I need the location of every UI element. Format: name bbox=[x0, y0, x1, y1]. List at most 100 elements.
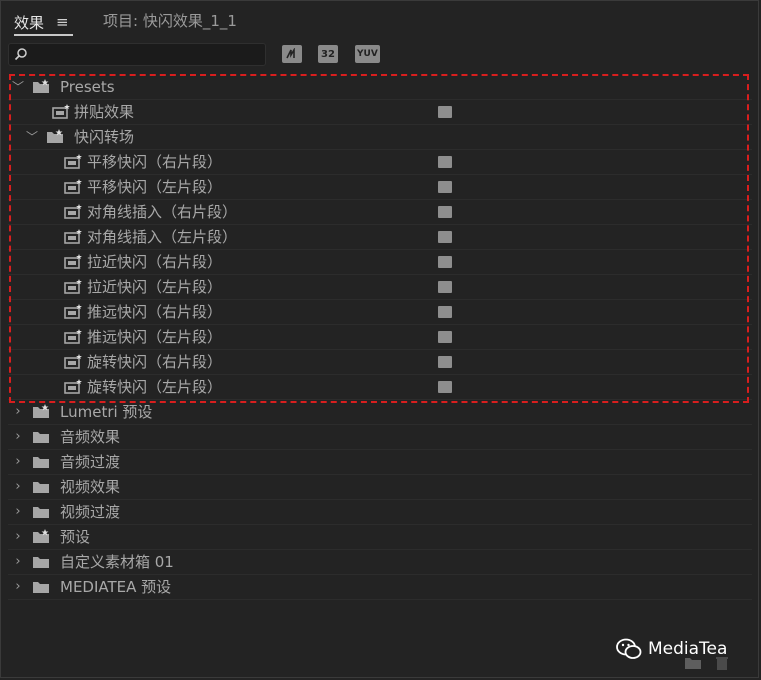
tree-folder-label: 自定义素材箱 01 bbox=[60, 553, 174, 571]
new-bin-icon[interactable] bbox=[684, 655, 702, 670]
accelerated-badge-icon bbox=[438, 181, 452, 193]
tree-folder[interactable]: › MEDIATEA 预设 bbox=[8, 575, 752, 600]
panel-menu-icon[interactable]: ≡ bbox=[56, 13, 69, 31]
tree-item-label: 拉近快闪（左片段） bbox=[87, 278, 223, 296]
tree-folder-label: MEDIATEA 预设 bbox=[60, 578, 172, 596]
accelerated-badge-icon bbox=[438, 356, 452, 368]
panel-footer bbox=[684, 655, 730, 671]
tree-folder-label: 音频过渡 bbox=[60, 453, 121, 471]
preset-item-icon bbox=[64, 204, 82, 219]
preset-folder-icon bbox=[33, 529, 49, 543]
tree-item-preset[interactable]: 平移快闪（右片段） bbox=[8, 150, 752, 175]
tree-folder-label: Lumetri 预设 bbox=[60, 403, 153, 421]
tree-folder-label: Presets bbox=[60, 78, 115, 96]
tree-item-label: 推远快闪（左片段） bbox=[87, 328, 223, 346]
chevron-right-icon[interactable]: › bbox=[12, 450, 24, 474]
tree-item-label: 平移快闪（右片段） bbox=[87, 153, 223, 171]
tree-item-label: 拉近快闪（右片段） bbox=[87, 253, 223, 271]
folder-icon bbox=[33, 557, 49, 568]
tree-item-preset[interactable]: 推远快闪（右片段） bbox=[8, 300, 752, 325]
tree-item-preset[interactable]: 旋转快闪（右片段） bbox=[8, 350, 752, 375]
chevron-down-icon[interactable]: ﹀ bbox=[26, 125, 38, 149]
folder-icon bbox=[33, 482, 49, 493]
32bit-effects-button[interactable]: 32 bbox=[318, 45, 338, 63]
tree-item-label: 推远快闪（右片段） bbox=[87, 303, 223, 321]
chevron-down-icon[interactable]: ﹀ bbox=[12, 75, 24, 99]
folder-icon bbox=[33, 507, 49, 518]
tab-effects-label: 效果 bbox=[14, 13, 45, 32]
preset-folder-icon bbox=[33, 404, 49, 418]
accelerated-badge-icon bbox=[438, 156, 452, 168]
tree-item-preset[interactable]: 拉近快闪（右片段） bbox=[8, 250, 752, 275]
accelerated-badge-icon bbox=[438, 331, 452, 343]
yuv-effects-button[interactable]: YUV bbox=[355, 45, 380, 63]
preset-folder-icon bbox=[47, 129, 63, 143]
tree-folder[interactable]: › Lumetri 预设 bbox=[8, 400, 752, 425]
tree-item-preset[interactable]: 对角线插入（右片段） bbox=[8, 200, 752, 225]
tree-item-preset[interactable]: 平移快闪（左片段） bbox=[8, 175, 752, 200]
tree-folder-label: 快闪转场 bbox=[74, 128, 135, 146]
preset-item-icon bbox=[64, 304, 82, 319]
wechat-icon bbox=[616, 638, 642, 659]
tree-folder[interactable]: › 预设 bbox=[8, 525, 752, 550]
accelerated-effects-button[interactable] bbox=[282, 45, 302, 63]
tree-item-label: 旋转快闪（左片段） bbox=[87, 378, 223, 396]
tree-item-label: 拼贴效果 bbox=[74, 103, 135, 121]
tree-folder[interactable]: › 视频过渡 bbox=[8, 500, 752, 525]
tree-item-preset[interactable]: 推远快闪（左片段） bbox=[8, 325, 752, 350]
preset-item-icon bbox=[64, 254, 82, 269]
tree-item-label: 平移快闪（左片段） bbox=[87, 178, 223, 196]
chevron-right-icon[interactable]: › bbox=[12, 500, 24, 524]
preset-item-icon bbox=[64, 154, 82, 169]
chevron-right-icon[interactable]: › bbox=[12, 475, 24, 499]
folder-icon bbox=[33, 432, 49, 443]
tab-project[interactable]: 项目: 快闪效果_1_1 bbox=[103, 10, 237, 34]
tree-folder-label: 音频效果 bbox=[60, 428, 121, 446]
preset-item-icon bbox=[64, 354, 82, 369]
tree-folder-flash-transitions[interactable]: ﹀ 快闪转场 bbox=[8, 125, 752, 150]
effects-tree: ﹀ Presets 拼贴效果 ﹀ 快闪转场 平移快闪（右片段） 平移快闪（左片段）… bbox=[8, 75, 752, 600]
tree-item-preset[interactable]: 拼贴效果 bbox=[8, 100, 752, 125]
tree-item-preset[interactable]: 旋转快闪（左片段） bbox=[8, 375, 752, 400]
tree-folder[interactable]: › 视频效果 bbox=[8, 475, 752, 500]
panel-tabs: 效果 ≡ 项目: 快闪效果_1_1 bbox=[0, 0, 761, 38]
preset-item-icon bbox=[64, 329, 82, 344]
folder-icon bbox=[33, 582, 49, 593]
accelerated-badge-icon bbox=[438, 256, 452, 268]
tree-item-preset[interactable]: 拉近快闪（左片段） bbox=[8, 275, 752, 300]
accelerated-badge-icon bbox=[438, 231, 452, 243]
preset-item-icon bbox=[64, 229, 82, 244]
tree-folder[interactable]: › 音频效果 bbox=[8, 425, 752, 450]
search-input[interactable] bbox=[8, 43, 266, 66]
tree-folder[interactable]: › 自定义素材箱 01 bbox=[8, 550, 752, 575]
preset-item-icon bbox=[52, 104, 70, 119]
preset-item-icon bbox=[64, 379, 82, 394]
accelerated-badge-icon bbox=[438, 306, 452, 318]
chevron-right-icon[interactable]: › bbox=[12, 400, 24, 424]
tree-folder-label: 视频效果 bbox=[60, 478, 121, 496]
chevron-right-icon[interactable]: › bbox=[12, 550, 24, 574]
tree-item-label: 旋转快闪（右片段） bbox=[87, 353, 223, 371]
tree-folder-label: 预设 bbox=[60, 528, 91, 546]
chevron-right-icon[interactable]: › bbox=[12, 575, 24, 599]
accelerated-badge-icon bbox=[438, 381, 452, 393]
preset-item-icon bbox=[64, 279, 82, 294]
preset-item-icon bbox=[64, 179, 82, 194]
tree-folder[interactable]: › 音频过渡 bbox=[8, 450, 752, 475]
search-icon bbox=[14, 48, 27, 61]
tab-effects[interactable]: 效果 ≡ bbox=[14, 10, 73, 36]
tree-folder-presets[interactable]: ﹀ Presets bbox=[8, 75, 752, 100]
tree-item-label: 对角线插入（左片段） bbox=[87, 228, 238, 246]
preset-folder-icon bbox=[33, 79, 49, 93]
accelerated-effects-icon bbox=[286, 48, 295, 59]
chevron-right-icon[interactable]: › bbox=[12, 425, 24, 449]
accelerated-badge-icon bbox=[438, 106, 452, 118]
tree-item-label: 对角线插入（右片段） bbox=[87, 203, 238, 221]
folder-icon bbox=[33, 457, 49, 468]
tree-item-preset[interactable]: 对角线插入（左片段） bbox=[8, 225, 752, 250]
tree-folder-label: 视频过渡 bbox=[60, 503, 121, 521]
delete-icon[interactable] bbox=[714, 655, 730, 671]
accelerated-badge-icon bbox=[438, 206, 452, 218]
accelerated-badge-icon bbox=[438, 281, 452, 293]
chevron-right-icon[interactable]: › bbox=[12, 525, 24, 549]
